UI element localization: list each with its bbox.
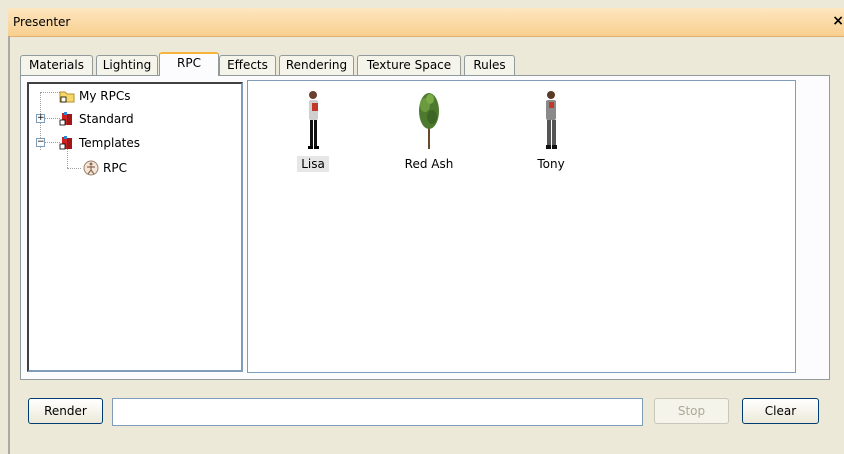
stop-button[interactable]: Stop	[654, 398, 729, 424]
tree-item-label: Standard	[79, 112, 134, 126]
rpc-item-label: Red Ash	[404, 157, 454, 171]
rpc-item-label: Lisa	[273, 156, 353, 172]
tree-connector	[45, 142, 60, 143]
window-left-edge	[8, 36, 10, 454]
person-icon	[308, 91, 319, 149]
title-bar: Presenter ×	[8, 8, 844, 37]
rpc-content-area[interactable]: Lisa Red Ash Tony	[247, 80, 796, 373]
tab-rendering[interactable]: Rendering	[279, 55, 354, 75]
tab-texture-space[interactable]: Texture Space	[357, 55, 461, 75]
tree-item-label: My RPCs	[79, 89, 131, 103]
rpc-item-label: Tony	[537, 157, 565, 171]
tree-connector	[67, 168, 81, 169]
tab-effects[interactable]: Effects	[219, 55, 276, 75]
tree-item-label: RPC	[103, 161, 127, 175]
rpc-item-lisa[interactable]: Lisa	[273, 89, 353, 172]
human-figure-icon	[83, 160, 99, 176]
tab-rpc[interactable]: RPC	[159, 52, 219, 76]
tree-connector	[45, 118, 60, 119]
library-books-icon	[59, 136, 72, 150]
collapse-icon[interactable]: −	[36, 138, 45, 147]
rpc-item-red-ash[interactable]: Red Ash	[389, 89, 469, 171]
tab-rules[interactable]: Rules	[464, 55, 515, 75]
tab-lighting[interactable]: Lighting	[96, 55, 158, 75]
expand-icon[interactable]: +	[36, 114, 45, 123]
tree-icon	[419, 93, 439, 149]
render-button[interactable]: Render	[28, 398, 103, 424]
tree-item-label: Templates	[79, 136, 141, 150]
close-icon[interactable]: ×	[832, 13, 844, 29]
window-title: Presenter	[13, 15, 71, 29]
tab-materials[interactable]: Materials	[20, 55, 93, 75]
folder-icon	[59, 91, 75, 103]
person-icon	[546, 91, 557, 149]
rpc-tree[interactable]: My RPCs + Standard − Templates RPC	[27, 82, 243, 372]
render-status-field[interactable]	[112, 398, 643, 426]
tree-connector	[67, 148, 68, 168]
library-books-icon	[59, 112, 72, 126]
clear-button[interactable]: Clear	[742, 398, 819, 424]
rpc-item-tony[interactable]: Tony	[511, 89, 591, 171]
tree-connector	[40, 92, 60, 93]
